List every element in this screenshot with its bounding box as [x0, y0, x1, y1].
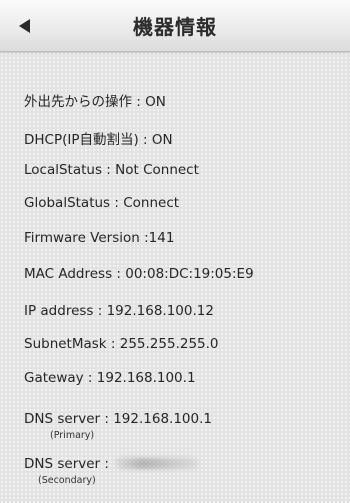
ip-address: IP address : 192.168.100.12 [24, 303, 214, 319]
dns-server-secondary: DNS server : [24, 456, 199, 472]
page-title: 機器情報 [133, 15, 217, 39]
mac-address: MAC Address : 00:08:DC:19:05:E9 [24, 266, 254, 282]
dns-server-primary: DNS server : 192.168.100.1 [24, 411, 212, 427]
dns-primary-note: (Primary) [50, 430, 95, 441]
gateway: Gateway : 192.168.100.1 [24, 370, 196, 386]
firmware-version: Firmware Version :141 [24, 230, 175, 246]
local-status: LocalStatus : Not Connect [24, 162, 199, 178]
dns-secondary-note: (Secondary) [38, 475, 96, 486]
subnet-mask: SubnetMask : 255.255.255.0 [24, 336, 219, 352]
dns-secondary-label: DNS server : [24, 456, 109, 472]
header-bar: 機器情報 [0, 0, 350, 52]
dhcp-status: DHCP(IP自動割当) : ON [24, 132, 173, 148]
remote-operation-status: 外出先からの操作 : ON [24, 94, 166, 110]
dns-secondary-value-redacted [114, 458, 199, 469]
global-status: GlobalStatus : Connect [24, 195, 180, 211]
